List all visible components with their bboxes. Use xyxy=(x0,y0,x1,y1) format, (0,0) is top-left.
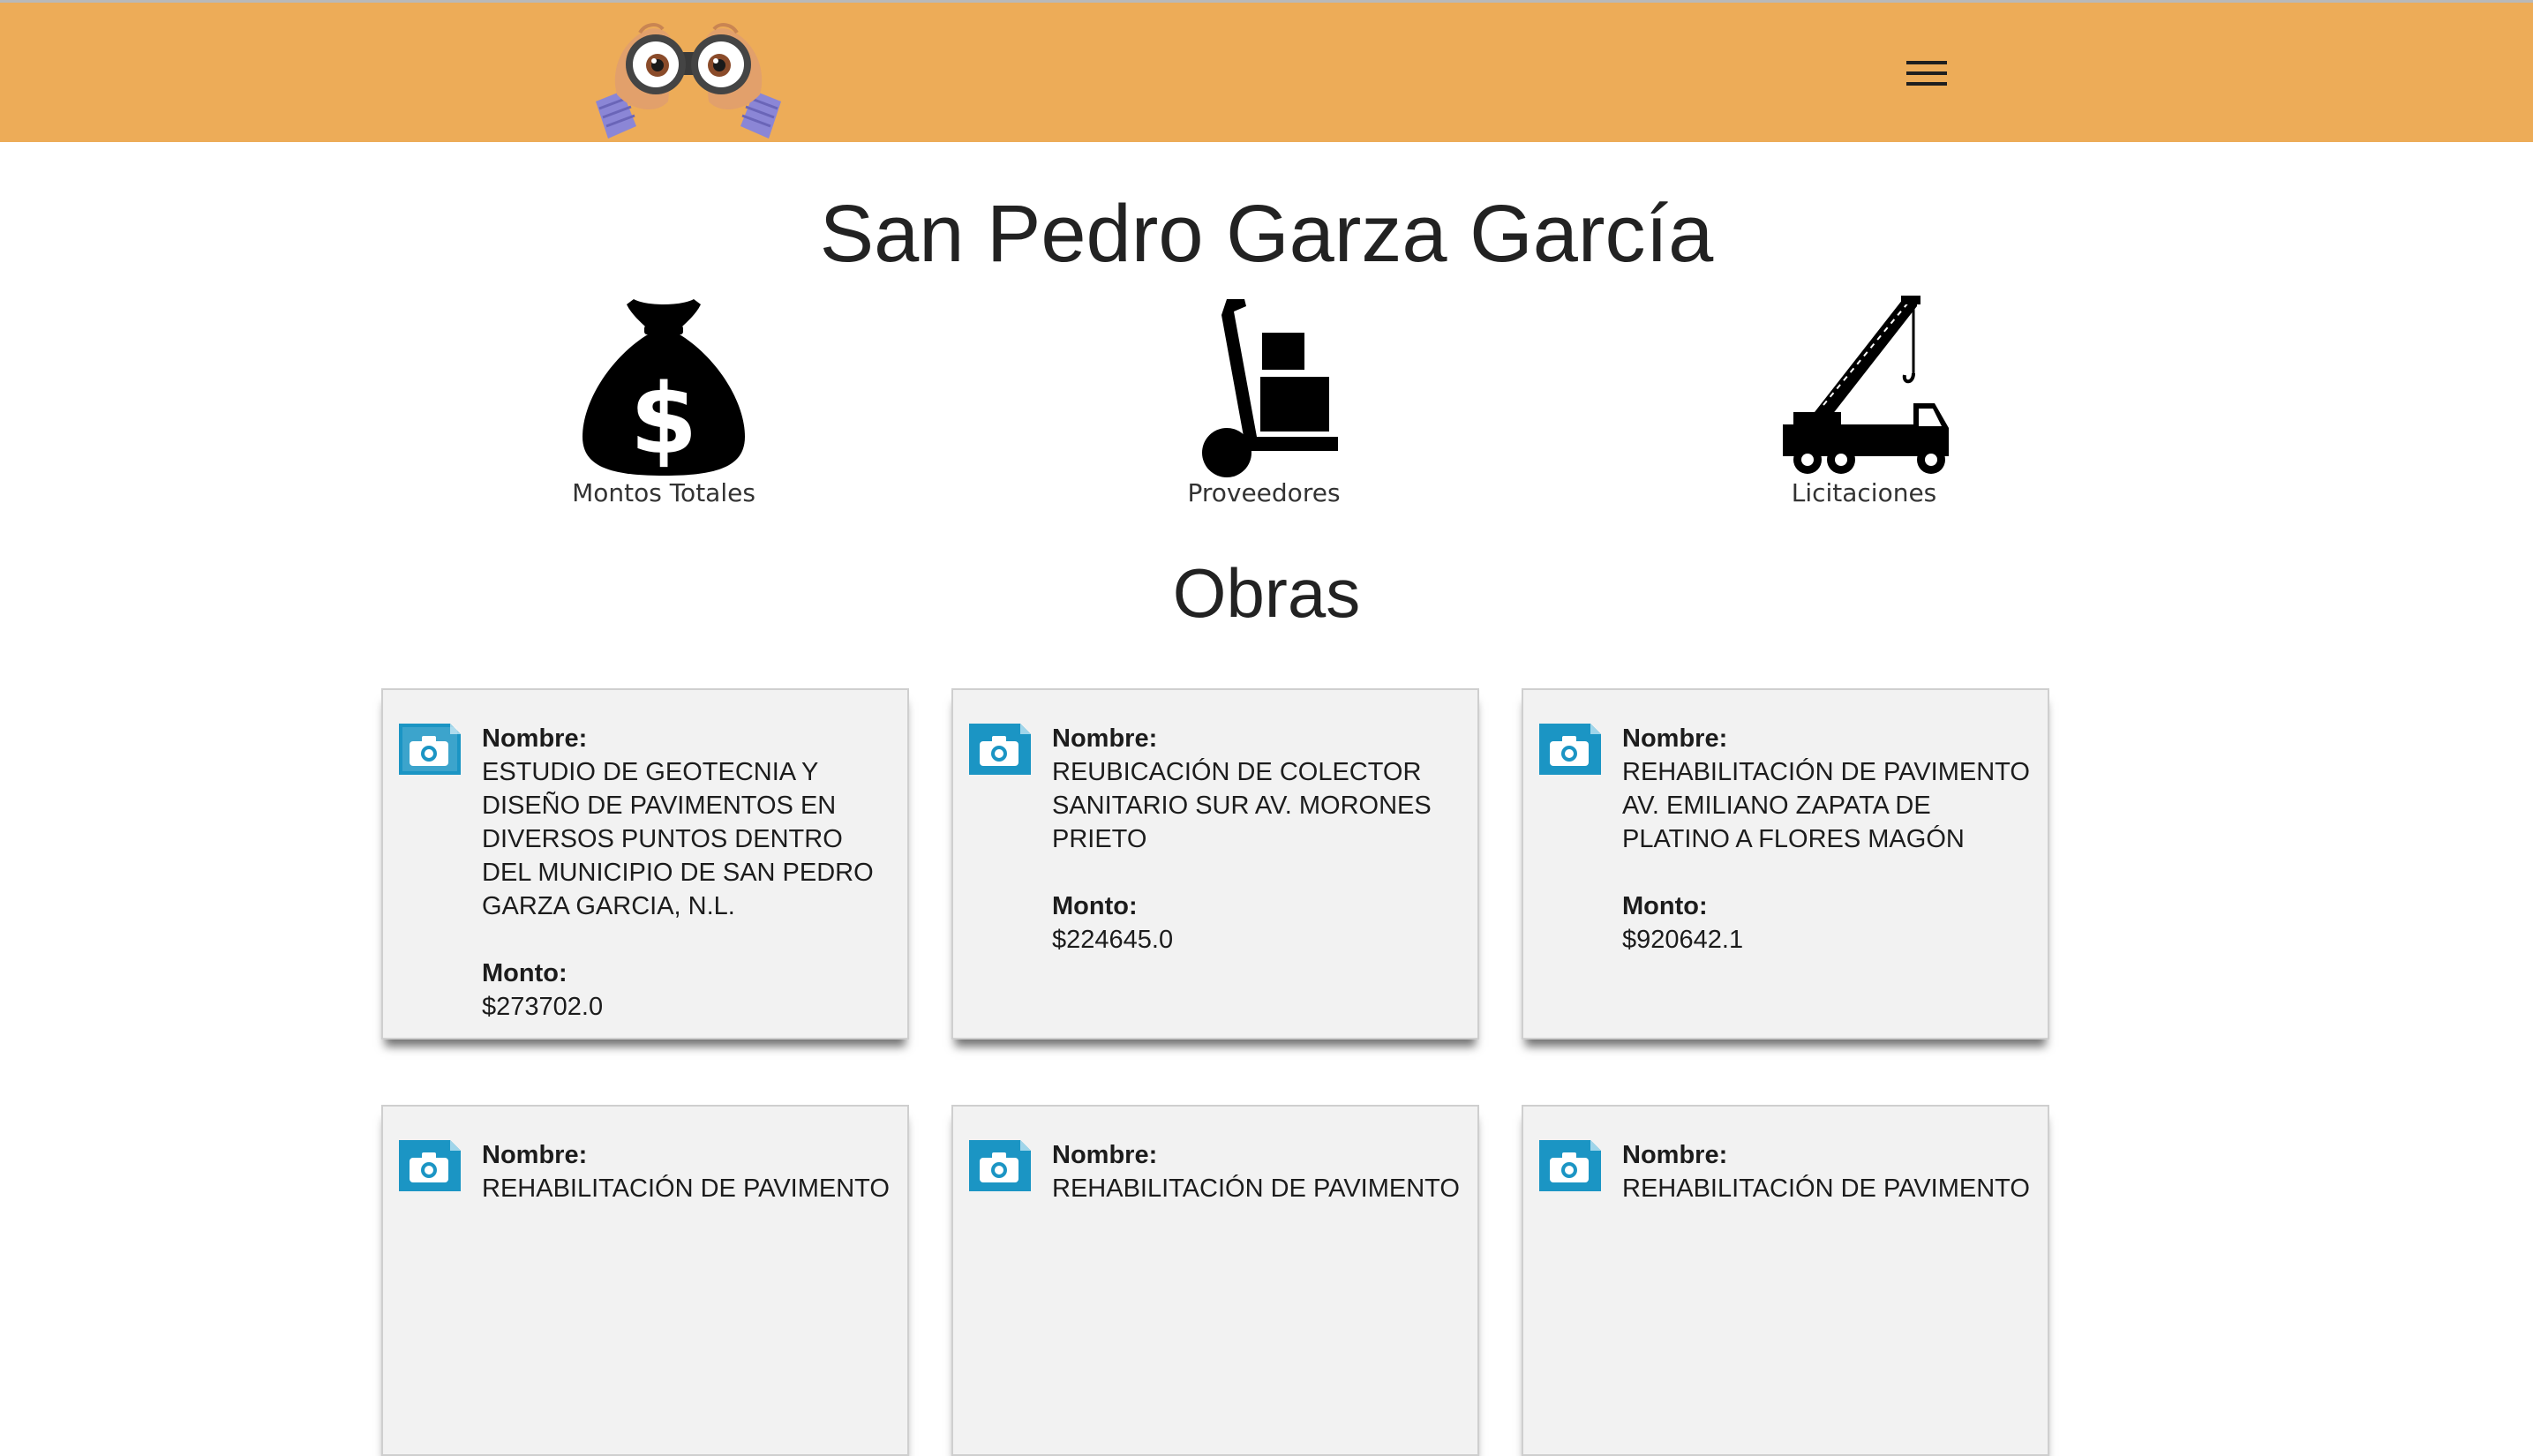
feature-label: Licitaciones xyxy=(1791,478,1937,507)
hand-truck-icon xyxy=(1202,299,1338,477)
obra-name: REHABILITACIÓN DE PAVIMENTO xyxy=(1052,1175,1460,1203)
obra-card[interactable]: Nombre: REHABILITACIÓN DE PAVIMENTO xyxy=(1522,1105,2049,1456)
svg-text:$: $ xyxy=(630,363,698,476)
obra-card[interactable]: Nombre: REHABILITACIÓN DE PAVIMENTO xyxy=(951,1105,1479,1456)
hamburger-menu-icon[interactable] xyxy=(1898,56,1959,91)
feature-label: Montos Totales xyxy=(572,478,755,507)
name-label: Nombre: xyxy=(482,1141,588,1169)
obra-amount: $273702.0 xyxy=(482,993,604,1021)
obra-name: REHABILITACIÓN DE PAVIMENTO xyxy=(482,1175,890,1203)
feature-montos-totales[interactable]: $ Montos Totales xyxy=(531,296,796,509)
page-title: San Pedro Garza García xyxy=(819,189,1714,279)
obra-card[interactable]: Nombre: ESTUDIO DE GEOTECNIA Y DISEÑO DE… xyxy=(381,688,909,1039)
name-label: Nombre: xyxy=(1052,1141,1158,1169)
feature-licitaciones[interactable]: Licitaciones xyxy=(1732,296,1996,509)
money-bag-icon: $ xyxy=(583,299,745,476)
section-title: Obras xyxy=(1172,554,1361,632)
feature-label: Proveedores xyxy=(1187,478,1341,507)
name-label: Nombre: xyxy=(1622,724,1728,753)
obra-card[interactable]: Nombre: REHABILITACIÓN DE PAVIMENTO xyxy=(381,1105,909,1456)
obra-name: REHABILITACIÓN DE PAVIMENTO xyxy=(1622,1175,2030,1203)
obra-name: ESTUDIO DE GEOTECNIA Y DISEÑO DE PAVIMEN… xyxy=(482,758,874,920)
crane-truck-icon xyxy=(1783,296,1949,474)
camera-image-icon xyxy=(969,1140,1031,1191)
obra-amount: $920642.1 xyxy=(1622,926,1744,954)
amount-label: Monto: xyxy=(1622,892,1708,920)
binoculars-eyes-icon[interactable] xyxy=(587,17,790,140)
amount-label: Monto: xyxy=(482,959,567,987)
name-label: Nombre: xyxy=(482,724,588,753)
amount-label: Monto: xyxy=(1052,892,1138,920)
camera-image-icon xyxy=(1539,724,1601,775)
header-bar xyxy=(0,3,2533,142)
camera-image-icon xyxy=(399,724,461,775)
camera-image-icon xyxy=(399,1140,461,1191)
obra-card[interactable]: Nombre: REUBICACIÓN DE COLECTOR SANITARI… xyxy=(951,688,1479,1039)
name-label: Nombre: xyxy=(1052,724,1158,753)
obra-card[interactable]: Nombre: REHABILITACIÓN DE PAVIMENTO AV. … xyxy=(1522,688,2049,1039)
obra-name: REUBICACIÓN DE COLECTOR SANITARIO SUR AV… xyxy=(1052,758,1432,853)
feature-proveedores[interactable]: Proveedores xyxy=(1131,296,1396,509)
camera-image-icon xyxy=(969,724,1031,775)
obra-amount: $224645.0 xyxy=(1052,926,1174,954)
obra-name: REHABILITACIÓN DE PAVIMENTO AV. EMILIANO… xyxy=(1622,758,2030,853)
name-label: Nombre: xyxy=(1622,1141,1728,1169)
camera-image-icon xyxy=(1539,1140,1601,1191)
